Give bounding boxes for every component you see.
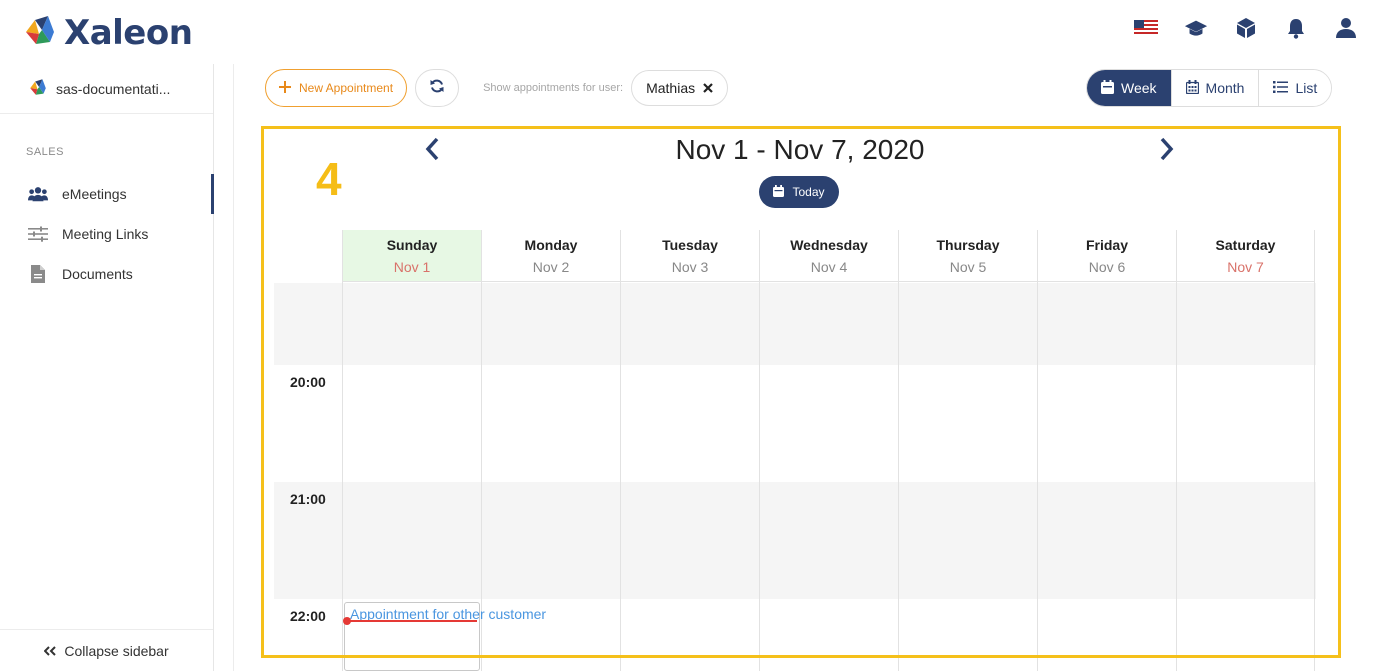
sidebar-item-meeting-links[interactable]: Meeting Links: [0, 214, 213, 254]
xaleon-logo-icon: [22, 12, 58, 53]
sidebar-item-label: Meeting Links: [62, 226, 149, 242]
show-appointments-label: Show appointments for user:: [483, 82, 624, 94]
org-selector[interactable]: sas-documentati...: [0, 64, 213, 114]
day-column-wednesday: Wednesday Nov 4: [759, 230, 898, 671]
sliders-icon: [28, 226, 48, 242]
day-date: Nov 7: [1227, 258, 1264, 275]
time-label-22: 22:00: [290, 608, 326, 624]
user-filter-name: Mathias: [646, 80, 696, 96]
day-header[interactable]: Tuesday Nov 3: [621, 230, 759, 282]
current-time-dot: [343, 617, 351, 625]
current-time-line: [347, 620, 477, 622]
day-header[interactable]: Friday Nov 6: [1038, 230, 1176, 282]
collapse-label: Collapse sidebar: [64, 642, 169, 659]
day-name: Tuesday: [662, 236, 718, 253]
plus-icon: [279, 80, 291, 96]
day-date: Nov 3: [671, 258, 709, 275]
today-button[interactable]: Today: [759, 176, 839, 208]
day-header[interactable]: Sunday Nov 1: [343, 230, 481, 282]
new-appointment-label: New Appointment: [299, 81, 394, 95]
content-divider: [233, 64, 234, 671]
day-date: Nov 1: [393, 258, 431, 275]
user-icon[interactable]: [1334, 16, 1358, 40]
graduation-cap-icon[interactable]: [1184, 16, 1208, 40]
week-view-button[interactable]: Week: [1087, 70, 1171, 106]
day-date: Nov 4: [810, 258, 848, 275]
calendar-today-icon: [773, 184, 785, 200]
sidebar-nav: eMeetings Meeting Links Documents: [0, 174, 214, 294]
app-root: Xaleon sas-documentati... SALES eMeeting…: [0, 0, 1386, 671]
day-header[interactable]: Thursday Nov 5: [899, 230, 1037, 282]
day-date: Nov 6: [1088, 258, 1126, 275]
refresh-icon: [430, 79, 444, 98]
users-icon: [28, 186, 48, 202]
today-label: Today: [792, 185, 825, 199]
day-column-monday: Monday Nov 2: [481, 230, 620, 671]
document-icon: [28, 265, 48, 283]
next-week-button[interactable]: [1155, 136, 1179, 166]
previous-week-button[interactable]: [420, 136, 444, 166]
brand-name: Xaleon: [64, 12, 193, 53]
date-range-title: Nov 1 - Nov 7, 2020: [675, 134, 925, 165]
toolbar: New Appointment Show appointments for us…: [265, 69, 729, 107]
refresh-button[interactable]: [415, 69, 460, 107]
day-name: Wednesday: [790, 236, 868, 253]
day-name: Sunday: [386, 236, 438, 253]
day-columns: Sunday Nov 1 Monday Nov 2 Tuesday Nov 3 …: [342, 230, 1315, 671]
chevron-left-icon: [425, 137, 439, 166]
day-date: Nov 2: [532, 258, 570, 275]
time-label-20: 20:00: [290, 374, 326, 390]
day-header[interactable]: Monday Nov 2: [482, 230, 620, 282]
section-label: SALES: [26, 146, 64, 158]
day-date: Nov 5: [949, 258, 987, 275]
day-column-tuesday: Tuesday Nov 3: [620, 230, 759, 671]
org-name: sas-documentati...: [56, 80, 171, 97]
collapse-sidebar-button[interactable]: Collapse sidebar: [0, 629, 213, 671]
bell-icon[interactable]: [1284, 16, 1308, 40]
org-logo-icon: [28, 77, 48, 100]
close-icon[interactable]: [703, 80, 713, 96]
top-icons: [1134, 16, 1358, 40]
step-number: 4: [316, 153, 342, 205]
user-filter-chip[interactable]: Mathias: [631, 70, 729, 106]
sidebar: sas-documentati... SALES eMeetings Meeti…: [0, 64, 214, 671]
list-view-button[interactable]: List: [1258, 70, 1332, 106]
chevron-right-icon: [1160, 137, 1174, 166]
sidebar-item-label: Documents: [62, 266, 133, 282]
day-column-thursday: Thursday Nov 5: [898, 230, 1037, 671]
sidebar-item-emeetings[interactable]: eMeetings: [0, 174, 214, 214]
day-name: Thursday: [936, 236, 1000, 253]
calendar-week-icon: [1101, 79, 1114, 97]
sidebar-item-label: eMeetings: [62, 186, 127, 202]
day-name: Monday: [524, 236, 578, 253]
double-chevron-left-icon: [43, 643, 57, 659]
new-appointment-button[interactable]: New Appointment: [265, 69, 408, 107]
brand[interactable]: Xaleon: [22, 12, 193, 53]
us-flag-icon[interactable]: [1134, 16, 1158, 40]
week-label: Week: [1121, 80, 1157, 96]
day-header[interactable]: Saturday Nov 7: [1177, 230, 1314, 282]
month-label: Month: [1205, 80, 1245, 96]
day-name: Saturday: [1215, 236, 1276, 253]
list-icon: [1273, 80, 1289, 96]
day-header[interactable]: Wednesday Nov 4: [760, 230, 898, 282]
calendar-month-icon: [1185, 79, 1199, 97]
day-column-friday: Friday Nov 6: [1037, 230, 1176, 671]
sidebar-item-documents[interactable]: Documents: [0, 254, 213, 294]
day-column-saturday: Saturday Nov 7: [1176, 230, 1315, 671]
day-name: Friday: [1085, 236, 1128, 253]
view-switch: Week Month List: [1086, 69, 1333, 107]
month-view-button[interactable]: Month: [1170, 70, 1259, 106]
list-label: List: [1295, 80, 1318, 96]
cube-icon[interactable]: [1234, 16, 1258, 40]
time-label-21: 21:00: [290, 491, 326, 507]
